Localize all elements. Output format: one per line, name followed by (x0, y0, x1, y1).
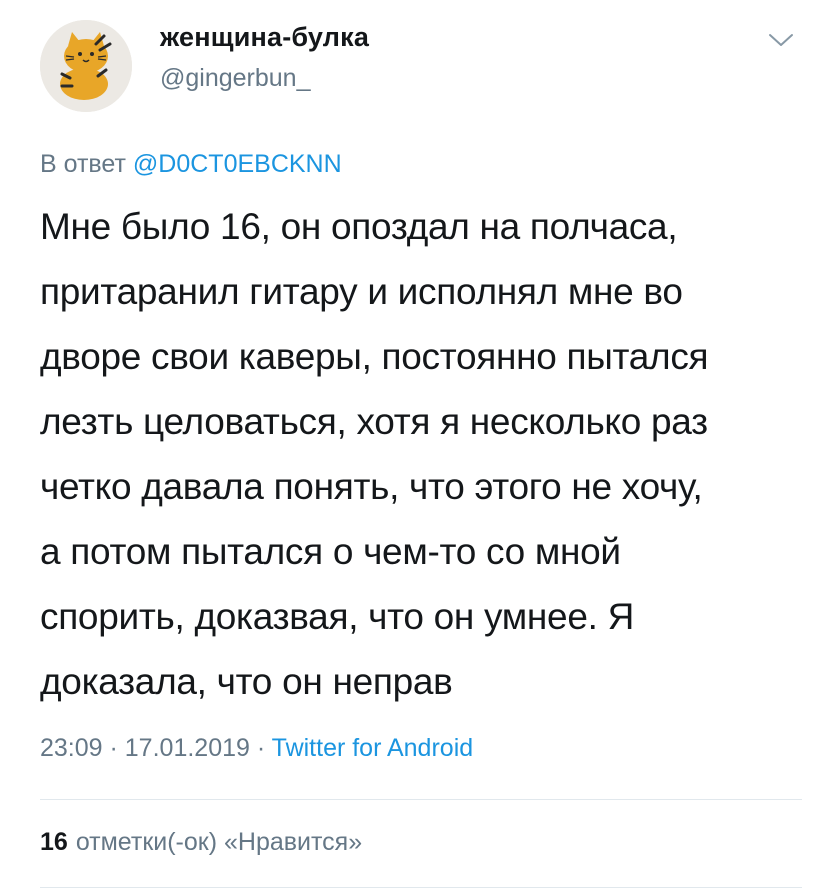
tweet-source-link[interactable]: Twitter for Android (272, 734, 473, 762)
tweet-time[interactable]: 23:09 (40, 734, 103, 762)
likes-count: 16 (40, 828, 68, 856)
reply-context: В ответ @D0CT0EBCKNN (40, 150, 342, 179)
reply-prefix: В ответ (40, 150, 126, 178)
tweet-text-line: дворе свои каверы, постоянно пытался (40, 336, 709, 377)
reply-mention-link[interactable]: @D0CT0EBCKNN (133, 150, 342, 178)
tweet-text-line: притаранил гитару и исполнял мне во (40, 271, 683, 312)
divider (40, 887, 802, 888)
tweet-text: Мне было 16, он опоздал на полчаса, прит… (40, 194, 810, 714)
meta-separator: · (102, 734, 125, 762)
user-handle[interactable]: @gingerbun_ (160, 64, 311, 93)
tweet-text-line: лезть целоваться, хотя я несколько раз (40, 401, 708, 442)
tweet-header: женщина-булка @gingerbun_ (40, 20, 810, 112)
avatar[interactable] (40, 20, 132, 112)
chevron-down-icon[interactable] (768, 32, 794, 48)
tweet-text-line: спорить, доказвая, что он умнее. Я (40, 596, 634, 637)
likes-row[interactable]: 16 отметки(-ок) «Нравится» (40, 828, 362, 857)
tweet-text-line: Мне было 16, он опоздал на полчаса, (40, 206, 678, 247)
tiger-cat-avatar-icon (40, 20, 132, 112)
divider (40, 799, 802, 800)
likes-label: отметки(-ок) «Нравится» (75, 828, 363, 856)
tweet-date[interactable]: 17.01.2019 (125, 734, 250, 762)
meta-separator: · (249, 734, 272, 762)
tweet-text-line: четко давала понять, что этого не хочу, (40, 466, 703, 507)
tweet-metadata: 23:09 · 17.01.2019 · Twitter for Android (40, 734, 473, 763)
display-name[interactable]: женщина-булка (160, 22, 369, 53)
tweet-text-line: а потом пытался о чем-то со мной (40, 531, 621, 572)
tweet-text-line: доказала, что он неправ (40, 661, 453, 702)
